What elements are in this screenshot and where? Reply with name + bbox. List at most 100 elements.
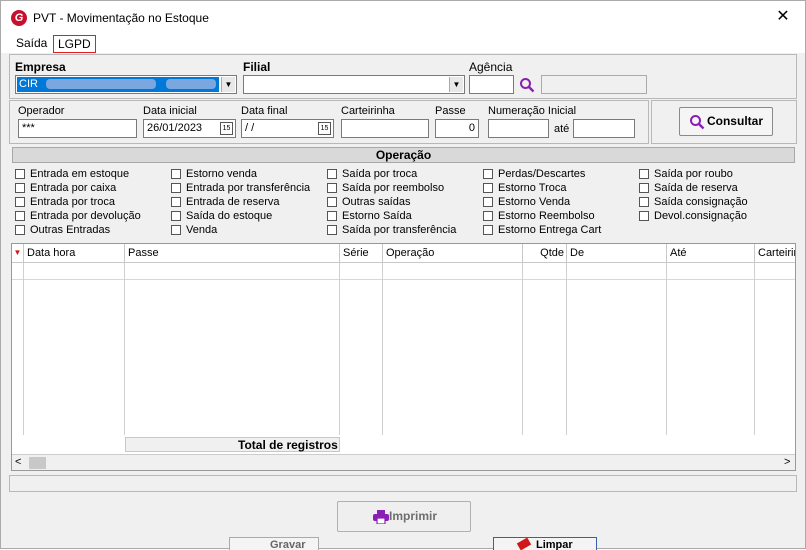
grid-column-line xyxy=(124,263,125,435)
operacao-checkbox-label[interactable]: Entrada em estoque xyxy=(30,168,129,180)
operacao-checkboxes: Entrada em estoque Entrada por caixa Entra… xyxy=(12,164,795,239)
operacao-checkbox-label[interactable]: Saída do estoque xyxy=(186,210,272,222)
operacao-checkbox-label[interactable]: Perdas/Descartes xyxy=(498,168,585,180)
operacao-checkbox[interactable] xyxy=(15,225,25,235)
operador-input[interactable]: *** xyxy=(18,119,137,138)
operacao-checkbox-label[interactable]: Outras Entradas xyxy=(30,224,110,236)
operacao-checkbox[interactable] xyxy=(15,211,25,221)
operacao-checkbox[interactable] xyxy=(171,225,181,235)
operacao-checkbox[interactable] xyxy=(15,197,25,207)
menu-item-lgpd[interactable]: LGPD xyxy=(53,35,96,53)
operacao-checkbox[interactable] xyxy=(483,211,493,221)
operacao-checkbox[interactable] xyxy=(171,169,181,179)
close-button[interactable]: ✕ xyxy=(771,7,795,27)
calendar-icon[interactable]: 15 xyxy=(220,122,233,135)
operacao-checkbox-label[interactable]: Entrada de reserva xyxy=(186,196,280,208)
operacao-checkbox[interactable] xyxy=(639,197,649,207)
ate-label: até xyxy=(554,123,570,135)
grid-column-line xyxy=(566,263,567,435)
status-bar xyxy=(9,475,797,492)
grid-column-header[interactable]: Até xyxy=(667,244,755,263)
grid-column-header[interactable]: De xyxy=(567,244,667,263)
grid-column-line xyxy=(754,263,755,435)
operacao-checkbox[interactable] xyxy=(171,211,181,221)
operacao-checkbox[interactable] xyxy=(327,183,337,193)
operacao-checkbox-label[interactable]: Entrada por caixa xyxy=(30,182,116,194)
horizontal-scrollbar[interactable]: < > xyxy=(12,454,795,470)
operacao-checkbox[interactable] xyxy=(639,211,649,221)
operacao-checkbox[interactable] xyxy=(15,169,25,179)
operacao-checkbox[interactable] xyxy=(327,225,337,235)
operacao-checkbox-label[interactable]: Saída de reserva xyxy=(654,182,738,194)
numeracao-inicial-input[interactable] xyxy=(488,119,549,138)
agencia-input[interactable] xyxy=(469,75,514,94)
operacao-checkbox[interactable] xyxy=(327,211,337,221)
grid-column-header[interactable]: Qtde xyxy=(523,244,567,263)
operacao-checkbox[interactable] xyxy=(483,169,493,179)
gravar-button-background: Gravar xyxy=(229,537,319,550)
filters-panel: Operador *** Data inicial 26/01/2023 15 … xyxy=(9,100,649,144)
operacao-checkbox[interactable] xyxy=(483,225,493,235)
operacao-checkbox[interactable] xyxy=(171,197,181,207)
operacao-checkbox-label[interactable]: Estorno Saída xyxy=(342,210,412,222)
main-window: G PVT - Movimentação no Estoque ✕ Saída … xyxy=(0,0,806,550)
operacao-header: Operação xyxy=(12,147,795,163)
consultar-button[interactable]: Consultar xyxy=(679,107,773,136)
grid-column-header[interactable]: Operação xyxy=(383,244,523,263)
operacao-checkbox-label[interactable]: Estorno Entrega Cart xyxy=(498,224,601,236)
chevron-down-icon[interactable]: ▼ xyxy=(449,77,463,92)
operacao-checkbox-label[interactable]: Saída por roubo xyxy=(654,168,733,180)
carteirinha-input[interactable] xyxy=(341,119,429,138)
chevron-down-icon[interactable]: ▼ xyxy=(221,77,235,92)
operacao-checkbox-label[interactable]: Entrada por troca xyxy=(30,196,115,208)
grid-column-header[interactable]: Passe xyxy=(125,244,340,263)
operacao-checkbox[interactable] xyxy=(15,183,25,193)
operacao-checkbox[interactable] xyxy=(639,169,649,179)
operacao-checkbox[interactable] xyxy=(171,183,181,193)
operacao-checkbox[interactable] xyxy=(327,169,337,179)
agencia-label: Agência xyxy=(469,60,513,74)
operacao-checkbox-label[interactable]: Saída por transferência xyxy=(342,224,456,236)
operacao-checkbox[interactable] xyxy=(639,183,649,193)
operacao-checkbox-label[interactable]: Estorno Reembolso xyxy=(498,210,595,222)
data-inicial-value: 26/01/2023 xyxy=(147,122,203,134)
imprimir-button[interactable]: Imprimir xyxy=(337,501,471,532)
filial-combo[interactable]: ▼ xyxy=(243,75,465,94)
grid-column-header[interactable]: Data hora xyxy=(24,244,125,263)
operacao-checkbox[interactable] xyxy=(483,197,493,207)
calendar-icon[interactable]: 15 xyxy=(318,122,331,135)
grid-column-line xyxy=(339,263,340,435)
grid-column-header[interactable]: Série xyxy=(340,244,383,263)
operacao-checkbox-label[interactable]: Outras saídas xyxy=(342,196,410,208)
sort-marker-icon: ▼ xyxy=(12,244,24,263)
data-final-input[interactable]: / / 15 xyxy=(241,119,334,138)
operacao-checkbox-label[interactable]: Entrada por devolução xyxy=(30,210,141,222)
passe-input[interactable]: 0 xyxy=(435,119,479,138)
operacao-checkbox-label[interactable]: Venda xyxy=(186,224,217,236)
operacao-checkbox-label[interactable]: Estorno venda xyxy=(186,168,257,180)
passe-label: Passe xyxy=(435,105,466,117)
grid-column-header[interactable]: Carteirin xyxy=(755,244,795,263)
scroll-right-icon[interactable]: > xyxy=(784,456,790,468)
app-logo-icon: G xyxy=(11,10,27,26)
scroll-left-icon[interactable]: < xyxy=(15,456,21,468)
company-panel: Empresa CIR ▼ Filial ▼ Agência xyxy=(9,54,797,99)
operacao-checkbox[interactable] xyxy=(327,197,337,207)
operacao-checkbox[interactable] xyxy=(483,183,493,193)
gravar-label: Gravar xyxy=(270,539,306,550)
operacao-checkbox-label[interactable]: Entrada por transferência xyxy=(186,182,310,194)
menu-item-saida[interactable]: Saída xyxy=(12,35,51,53)
operacao-checkbox-label[interactable]: Estorno Venda xyxy=(498,196,570,208)
data-inicial-input[interactable]: 26/01/2023 15 xyxy=(143,119,236,138)
operacao-checkbox-label[interactable]: Estorno Troca xyxy=(498,182,566,194)
empresa-combo[interactable]: CIR ▼ xyxy=(15,75,237,94)
numeracao-label: Numeração Inicial xyxy=(488,105,577,117)
table-row[interactable] xyxy=(12,263,795,280)
numeracao-final-input[interactable] xyxy=(573,119,635,138)
operacao-checkbox-label[interactable]: Devol.consignação xyxy=(654,210,747,222)
operacao-checkbox-label[interactable]: Saída por reembolso xyxy=(342,182,444,194)
search-icon[interactable] xyxy=(519,77,535,93)
operacao-checkbox-label[interactable]: Saída por troca xyxy=(342,168,417,180)
scroll-thumb[interactable] xyxy=(29,457,46,469)
operacao-checkbox-label[interactable]: Saída consignação xyxy=(654,196,748,208)
